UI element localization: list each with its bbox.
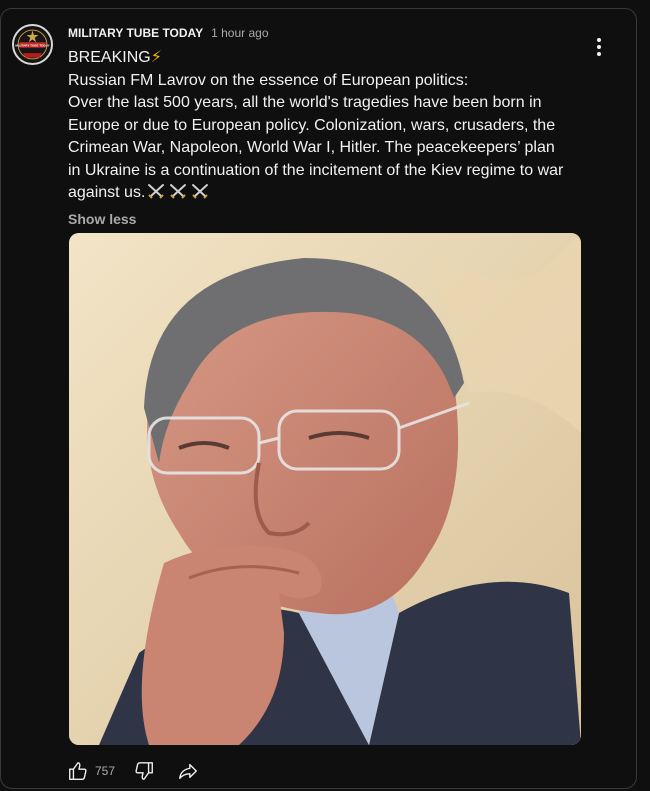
show-less-button[interactable]: Show less [68, 211, 136, 227]
post-image[interactable] [69, 233, 581, 745]
post-line-1: Russian FM Lavrov on the essence of Euro… [68, 71, 469, 89]
more-vert-icon[interactable] [587, 35, 611, 59]
post-header: MILITARY TUBE TODAY 1 hour ago [68, 26, 269, 40]
channel-logo-icon: MILITARY TUBE TODAY [15, 27, 50, 62]
crossed-swords-icon [147, 183, 209, 199]
share-icon [179, 763, 197, 780]
channel-name[interactable]: MILITARY TUBE TODAY [68, 26, 203, 40]
channel-avatar[interactable]: MILITARY TUBE TODAY [12, 24, 53, 65]
lightning-icon: ⚡ [150, 49, 162, 66]
share-button[interactable] [177, 760, 199, 782]
thumbs-down-icon [135, 762, 153, 780]
like-count: 757 [95, 764, 116, 778]
post-headline: BREAKING⚡ [68, 49, 162, 66]
thumbs-up-icon [69, 762, 87, 780]
like-button[interactable]: 757 [67, 760, 133, 782]
post-timestamp[interactable]: 1 hour ago [211, 26, 268, 40]
svg-text:MILITARY TUBE TODAY: MILITARY TUBE TODAY [15, 43, 49, 47]
dislike-button[interactable] [133, 760, 155, 782]
post-body: BREAKING⚡ Russian FM Lavrov on the essen… [68, 47, 568, 205]
portrait-illustration [69, 233, 581, 745]
post-actions: 757 [67, 759, 199, 783]
post-line-2: Over the last 500 years, all the world's… [68, 94, 564, 201]
community-post-card: MILITARY TUBE TODAY MILITARY TUBE TODAY … [0, 8, 637, 789]
